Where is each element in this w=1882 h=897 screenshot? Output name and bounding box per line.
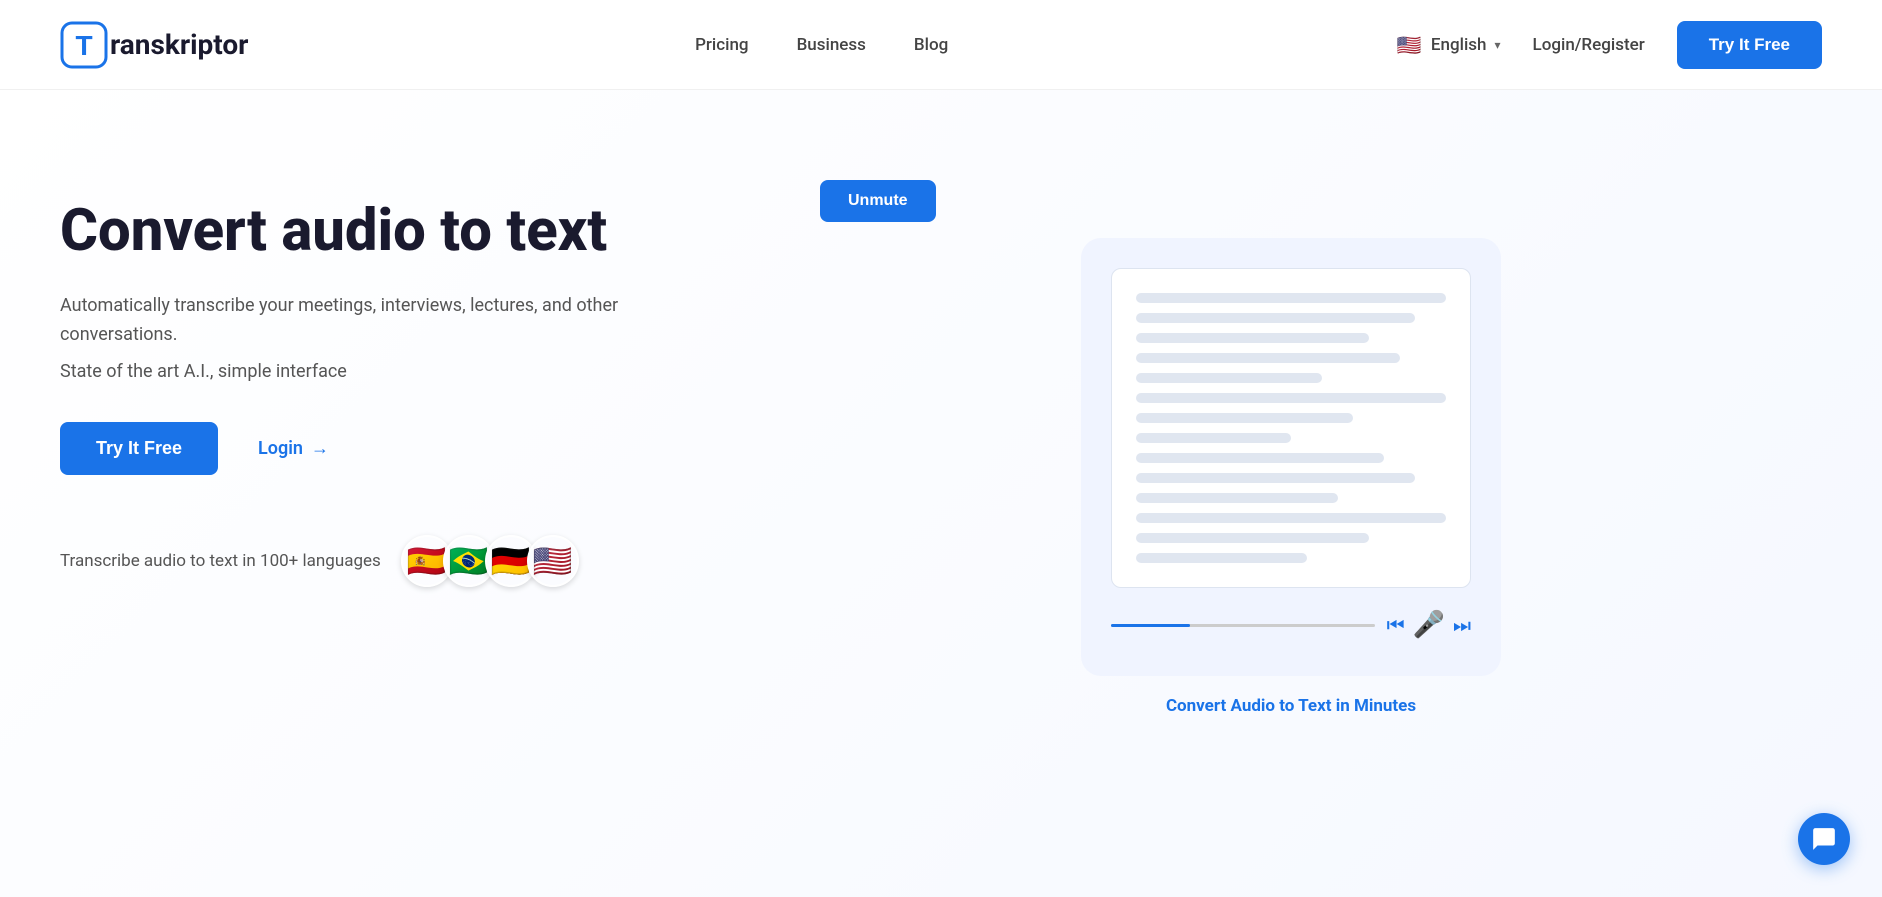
player-track <box>1111 624 1375 627</box>
logo-link[interactable]: T ranskriptor <box>60 21 248 69</box>
arrow-icon: → <box>311 438 329 459</box>
text-line <box>1136 393 1446 403</box>
text-line <box>1136 353 1400 363</box>
nav-links: Pricing Business Blog <box>695 35 948 55</box>
text-line <box>1136 293 1446 303</box>
transcript-card: ⏮ 🎤 ⏭ <box>1081 238 1501 676</box>
rewind-icon[interactable]: ⏮ <box>1387 613 1405 637</box>
fast-forward-icon[interactable]: ⏭ <box>1453 613 1471 637</box>
hero-buttons: Try It Free Login → <box>60 422 760 475</box>
flag-usa: 🇺🇸 <box>527 535 579 587</box>
nav-business[interactable]: Business <box>797 35 866 55</box>
hero-right: Unmute <box>760 170 1822 716</box>
text-line <box>1136 453 1384 463</box>
try-free-hero-button[interactable]: Try It Free <box>60 422 218 475</box>
text-line <box>1136 333 1369 343</box>
chat-bubble-button[interactable] <box>1798 813 1850 865</box>
us-flag-icon: 🇺🇸 <box>1395 31 1423 59</box>
login-register-link[interactable]: Login/Register <box>1533 35 1645 55</box>
text-line <box>1136 473 1415 483</box>
text-line <box>1136 373 1322 383</box>
login-hero-link[interactable]: Login → <box>258 438 329 459</box>
transcript-document <box>1111 268 1471 588</box>
lang-label: English <box>1431 35 1487 55</box>
chevron-down-icon: ▾ <box>1495 38 1501 52</box>
text-line <box>1136 493 1338 503</box>
mic-icon: 🎤 <box>1413 610 1445 640</box>
navbar: T ranskriptor Pricing Business Blog 🇺🇸 E… <box>0 0 1882 90</box>
nav-blog[interactable]: Blog <box>914 35 948 55</box>
text-line <box>1136 533 1369 543</box>
hero-title: Convert audio to text <box>60 200 760 264</box>
hero-left: Convert audio to text Automatically tran… <box>60 170 760 587</box>
nav-pricing[interactable]: Pricing <box>695 35 749 55</box>
flags-group: 🇪🇸 🇧🇷 🇩🇪 🇺🇸 <box>401 535 579 587</box>
languages-row: Transcribe audio to text in 100+ languag… <box>60 535 760 587</box>
text-line <box>1136 433 1291 443</box>
text-line <box>1136 413 1353 423</box>
text-line <box>1136 313 1415 323</box>
convert-caption: Convert Audio to Text in Minutes <box>1166 696 1416 716</box>
chat-icon <box>1811 826 1837 852</box>
hero-subtitle: Automatically transcribe your meetings, … <box>60 292 640 350</box>
logo-text: ranskriptor <box>110 28 248 61</box>
svg-text:T: T <box>75 30 92 61</box>
audio-player-bar: ⏮ 🎤 ⏭ <box>1111 604 1471 646</box>
languages-text: Transcribe audio to text in 100+ languag… <box>60 551 381 571</box>
nav-right: 🇺🇸 English ▾ Login/Register Try It Free <box>1395 21 1822 69</box>
language-selector[interactable]: 🇺🇸 English ▾ <box>1395 31 1501 59</box>
login-hero-label: Login <box>258 438 303 459</box>
player-controls: ⏮ 🎤 ⏭ <box>1387 610 1471 640</box>
try-free-nav-button[interactable]: Try It Free <box>1677 21 1822 69</box>
hero-section: Convert audio to text Automatically tran… <box>0 90 1882 897</box>
text-line <box>1136 513 1446 523</box>
hero-subtitle2: State of the art A.I., simple interface <box>60 361 760 382</box>
logo-icon: T <box>60 21 108 69</box>
text-line <box>1136 553 1307 563</box>
unmute-button[interactable]: Unmute <box>820 180 936 222</box>
